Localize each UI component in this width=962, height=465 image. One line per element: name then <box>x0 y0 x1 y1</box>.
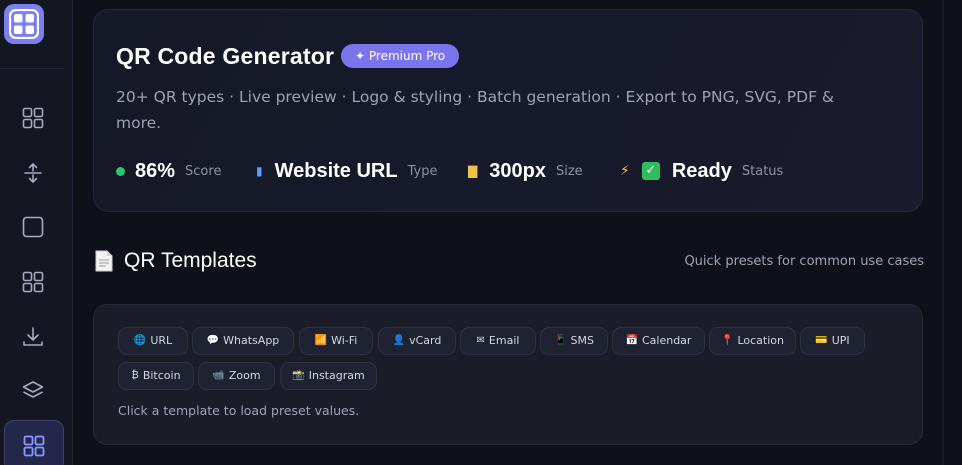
stat-label: Type <box>407 163 438 179</box>
chip-label: Bitcoin <box>142 369 181 382</box>
grid-icon <box>22 107 44 129</box>
stat-label: Status <box>741 163 784 179</box>
chip-label: SMS <box>570 334 594 347</box>
stat-value: Website URL <box>274 159 398 182</box>
nav-square[interactable] <box>8 202 58 252</box>
apps-grid-icon <box>22 271 44 293</box>
sort-arrows-icon <box>24 163 42 183</box>
chip-label: UPI <box>831 334 850 347</box>
template-chip-zoom[interactable]: 📹 Zoom <box>198 362 275 390</box>
pin-icon: 📍 <box>721 335 734 346</box>
stat-label: Score <box>185 163 222 179</box>
wifi-icon: 📶 <box>314 335 328 346</box>
chip-label: Location <box>737 334 784 347</box>
download-icon <box>23 327 43 346</box>
sidebar-divider <box>0 68 64 69</box>
page-title: QR Code Generator <box>116 43 335 69</box>
app-root: QR Code Generator ✦ Premium Pro 20+ QR t… <box>0 0 962 465</box>
scrollbar-track[interactable] <box>942 0 944 465</box>
nav-layers[interactable] <box>8 366 58 416</box>
templates-subtitle: Quick presets for common use cases <box>684 254 924 269</box>
nav-sort[interactable] <box>8 148 58 198</box>
template-chip-url[interactable]: 🌐 URL <box>118 327 188 355</box>
phone-icon: 📱 <box>554 335 567 346</box>
sidebar <box>0 0 73 465</box>
premium-badge: ✦ Premium Pro <box>341 44 460 68</box>
template-chip-bitcoin[interactable]: ₿ Bitcoin <box>118 362 194 390</box>
phone-icon: ▮ <box>256 164 263 178</box>
stat-value: 86% <box>135 159 176 182</box>
stat-value: Ready <box>671 159 732 182</box>
calendar-icon: 📅 <box>625 335 638 346</box>
stat-label: Size <box>555 163 583 179</box>
video-camera-icon: 📹 <box>212 370 225 381</box>
app-logo-icon[interactable] <box>4 4 44 44</box>
template-chip-vcard[interactable]: 👤 vCard <box>378 327 456 355</box>
hero-card: QR Code Generator ✦ Premium Pro 20+ QR t… <box>93 9 923 212</box>
square-icon <box>22 216 44 238</box>
globe-icon: 🌐 <box>133 335 147 346</box>
document-icon <box>95 250 113 272</box>
chip-label: Wi-Fi <box>331 334 358 347</box>
person-icon: 👤 <box>392 335 406 346</box>
layers-icon <box>22 381 44 398</box>
template-chip-whatsapp[interactable]: 💬 WhatsApp <box>192 327 294 355</box>
stat-value: 300px <box>489 159 546 182</box>
templates-card: 🌐 URL 💬 WhatsApp 📶 Wi-Fi 👤 vCard ✉ Email… <box>93 304 923 445</box>
grid-active-icon <box>23 435 45 457</box>
templates-title: QR Templates <box>124 249 257 272</box>
envelope-icon: ✉ <box>476 335 485 346</box>
nav-download[interactable] <box>8 312 58 362</box>
template-chip-wifi[interactable]: 📶 Wi-Fi <box>299 327 373 355</box>
nav-apps[interactable] <box>8 257 58 307</box>
stat-status: ⚡ ✓ Ready Status <box>620 158 783 184</box>
template-chip-location[interactable]: 📍 Location <box>709 327 796 355</box>
stat-size: ▇ 300px Size <box>468 158 583 184</box>
chip-label: Calendar <box>641 334 692 347</box>
bitcoin-icon: ₿ <box>131 370 139 381</box>
stat-type: ▮ Website URL Type <box>256 158 437 184</box>
chip-label: vCard <box>409 334 442 347</box>
nav-qr-active[interactable] <box>4 420 64 465</box>
chip-label: Zoom <box>228 369 261 382</box>
templates-hint: Click a template to load preset values. <box>118 403 360 418</box>
chip-label: URL <box>150 334 173 347</box>
template-chip-sms[interactable]: 📱 SMS <box>540 327 608 355</box>
chat-icon: 💬 <box>206 335 220 346</box>
stats-row: 86% Score ▮ Website URL Type ▇ 300px Siz… <box>116 158 916 184</box>
camera-icon: 📸 <box>292 370 305 381</box>
check-icon: ✓ <box>641 162 660 180</box>
template-chip-email[interactable]: ✉ Email <box>460 327 536 355</box>
chip-label: Email <box>488 334 520 347</box>
stat-score: 86% Score <box>116 158 221 184</box>
lightning-icon: ⚡ <box>620 163 630 179</box>
status-dot-icon <box>116 166 125 176</box>
nav-dashboard[interactable] <box>8 93 58 143</box>
hero-description: 20+ QR types · Live preview · Logo & sty… <box>116 88 835 132</box>
template-chip-calendar[interactable]: 📅 Calendar <box>612 327 705 355</box>
template-chip-instagram[interactable]: 📸 Instagram <box>280 362 377 390</box>
bar-chart-icon: ▇ <box>468 164 478 178</box>
card-icon: 💳 <box>815 335 828 346</box>
template-chip-upi[interactable]: 💳 UPI <box>800 327 865 355</box>
chip-label: Instagram <box>308 369 365 382</box>
chip-label: WhatsApp <box>223 334 280 347</box>
